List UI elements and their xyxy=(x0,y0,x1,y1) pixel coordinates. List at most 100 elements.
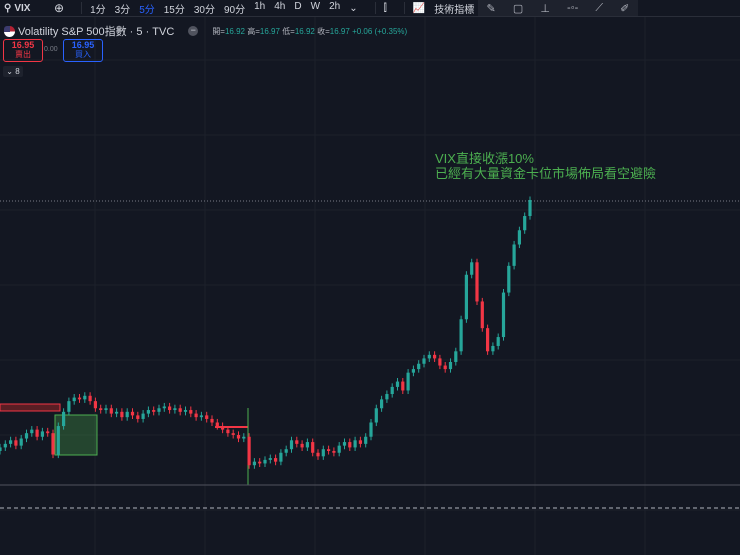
indicators-icon: 📈 xyxy=(412,2,426,14)
candle xyxy=(173,404,177,414)
candle xyxy=(284,445,288,457)
candle xyxy=(268,454,272,464)
candle xyxy=(380,395,384,412)
candle xyxy=(199,411,203,421)
candle xyxy=(35,426,39,441)
trend-line-icon[interactable]: ⟋ xyxy=(595,2,603,15)
candle xyxy=(236,431,241,443)
candle xyxy=(162,402,166,412)
candle xyxy=(157,404,161,416)
range-box xyxy=(54,414,98,456)
candle xyxy=(279,449,283,466)
candle xyxy=(274,454,278,466)
candle xyxy=(130,408,135,419)
search-icon: ⚲ xyxy=(4,2,12,14)
candle xyxy=(374,404,378,427)
candle-type-icon[interactable]: ⫿ xyxy=(384,3,387,14)
candle xyxy=(464,271,468,323)
add-symbol-icon[interactable]: ⊕ xyxy=(54,1,64,15)
candle xyxy=(231,429,235,439)
candle xyxy=(517,226,521,249)
collapse-icon[interactable]: − xyxy=(188,26,199,36)
interval-15分[interactable]: 15分 xyxy=(164,1,185,16)
candle xyxy=(523,212,527,234)
candle xyxy=(252,458,256,469)
symbol-search[interactable]: ⚲ VIX xyxy=(0,3,54,14)
candle xyxy=(14,436,18,450)
candle xyxy=(496,333,500,350)
candle xyxy=(512,240,516,270)
candle xyxy=(411,365,415,377)
annotation-text[interactable]: VIX直接收漲10% 已經有大量資金卡位市場佈局看空避險 xyxy=(435,151,656,181)
candle xyxy=(289,436,294,453)
candle xyxy=(417,360,421,373)
candle xyxy=(146,406,150,418)
rectangle-icon[interactable]: ▢ xyxy=(513,2,523,15)
candle xyxy=(311,438,315,457)
interval-D[interactable]: D xyxy=(294,1,301,16)
candle xyxy=(3,440,7,451)
spread-value: 0.00 xyxy=(44,46,58,53)
candle xyxy=(93,397,97,412)
candle xyxy=(390,383,394,398)
interval-3分[interactable]: 3分 xyxy=(115,1,131,16)
candle xyxy=(263,456,267,467)
candle xyxy=(454,347,458,366)
candle xyxy=(501,289,506,341)
candle xyxy=(205,411,209,423)
candle xyxy=(459,315,463,355)
price-chart[interactable] xyxy=(0,0,740,555)
candle xyxy=(507,262,511,297)
candle xyxy=(305,438,309,451)
horizontal-line-icon[interactable]: -◦- xyxy=(567,2,578,14)
candle xyxy=(88,392,92,405)
interval-4h[interactable]: 4h xyxy=(274,1,285,16)
candle xyxy=(448,358,453,373)
candle xyxy=(83,392,87,403)
candle xyxy=(295,436,299,448)
candle xyxy=(9,436,13,448)
candle xyxy=(401,378,405,395)
candle xyxy=(316,449,320,460)
candle xyxy=(77,394,82,403)
buy-button[interactable]: 16.95 買入 xyxy=(63,39,103,62)
candle xyxy=(40,427,44,441)
candle xyxy=(342,438,347,450)
candle xyxy=(385,390,389,403)
candle xyxy=(24,429,29,443)
candle xyxy=(104,404,108,414)
interval-1分[interactable]: 1分 xyxy=(90,1,106,16)
candle xyxy=(327,445,331,455)
candle xyxy=(528,196,532,220)
sell-button[interactable]: 16.95 賣出 xyxy=(3,39,43,62)
candle xyxy=(168,402,172,414)
interval-90分[interactable]: 90分 xyxy=(224,1,245,16)
candle xyxy=(486,324,490,355)
candle xyxy=(115,408,119,418)
indicators-button[interactable]: 技術指標 xyxy=(434,1,474,16)
candle xyxy=(358,436,362,448)
chevron-down-icon[interactable]: ⌄ xyxy=(349,3,357,14)
pen-icon[interactable]: ✐ xyxy=(620,2,629,15)
interval-1h[interactable]: 1h xyxy=(254,1,265,16)
candle xyxy=(348,438,352,451)
candle xyxy=(183,406,188,416)
interval-30分[interactable]: 30分 xyxy=(194,1,215,16)
anchor-icon[interactable]: ⊥ xyxy=(540,2,550,15)
candle xyxy=(438,354,442,370)
symbol-title[interactable]: Volatility S&P 500指數 · 5 · TVC xyxy=(18,23,174,39)
interval-5分[interactable]: 5分 xyxy=(139,1,155,16)
interval-2h[interactable]: 2h xyxy=(329,1,340,16)
candle xyxy=(321,445,325,460)
drawing-toolbar: ✎ ▢ ⊥ -◦- ⟋ ✐ xyxy=(478,0,638,16)
candle xyxy=(152,406,156,416)
candle xyxy=(300,440,304,451)
order-zone xyxy=(0,403,61,412)
candle xyxy=(125,408,129,421)
indicators-collapse-button[interactable]: ⌄ 8 xyxy=(3,66,23,77)
interval-W[interactable]: W xyxy=(311,1,320,16)
candle xyxy=(99,404,103,414)
brush-icon[interactable]: ✎ xyxy=(487,2,496,15)
candle xyxy=(443,361,447,373)
candle xyxy=(215,418,219,430)
